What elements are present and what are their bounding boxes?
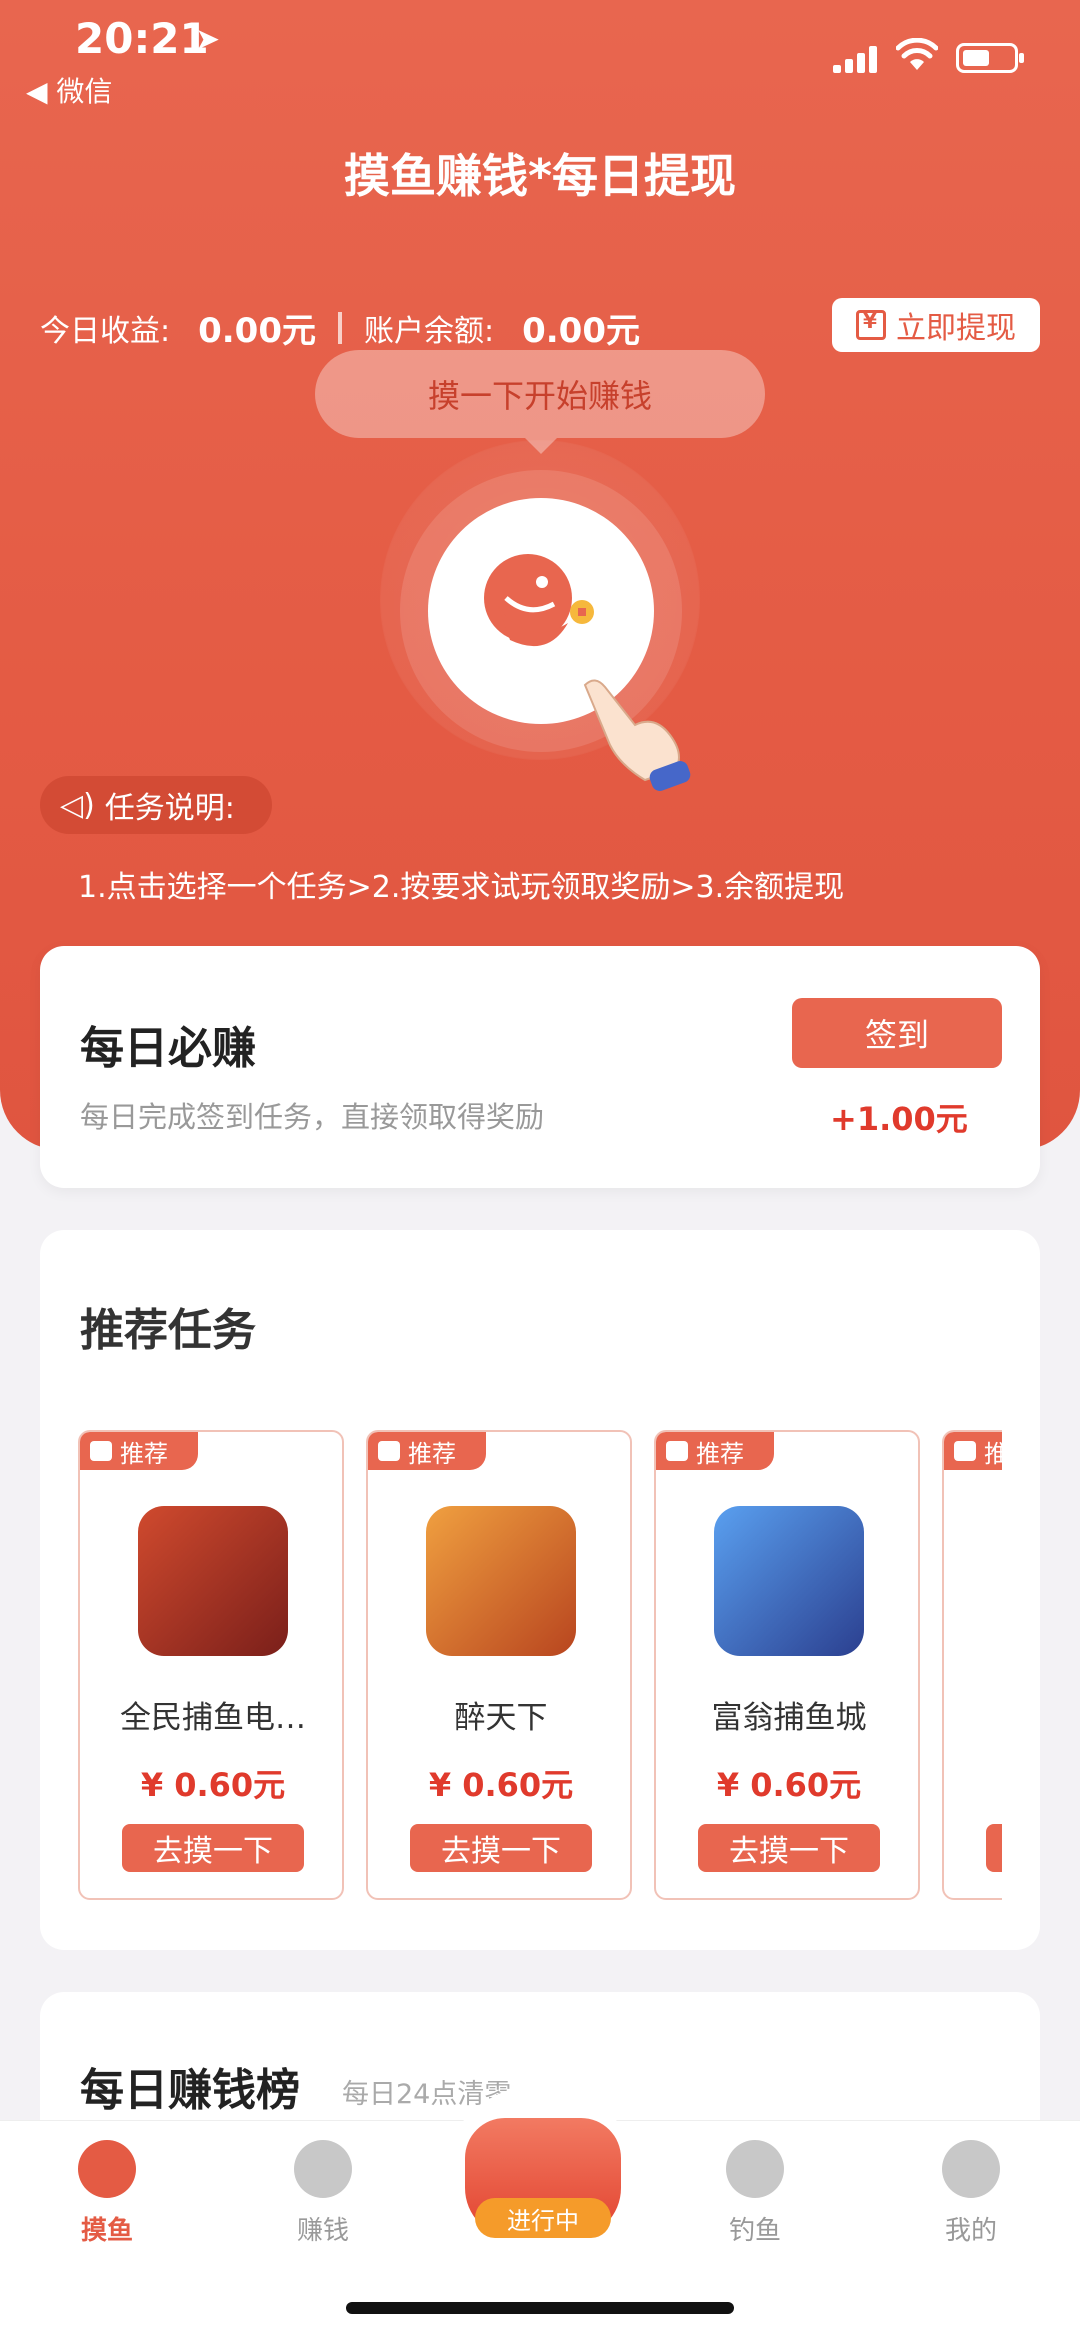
user-icon: [942, 2140, 1000, 2198]
home-indicator: [346, 2302, 734, 2314]
wifi-icon: [896, 38, 938, 70]
badge-label: 推荐: [696, 1439, 744, 1468]
task-carousel[interactable]: 推荐 全民捕鱼电… ¥ 0.60元 去摸一下 推荐 醉天下 ¥ 0.60元 去摸…: [78, 1430, 1002, 1910]
task-price: ¥ 0.60元: [140, 1766, 286, 1804]
badge-label: 推荐: [408, 1439, 456, 1468]
task-item[interactable]: 推荐 全民捕鱼电… ¥ 0.60元 去摸一下: [78, 1430, 344, 1900]
withdraw-icon: [856, 309, 886, 340]
start-hint-bubble: 摸一下开始赚钱: [315, 350, 765, 454]
go-touch-button[interactable]: 去摸一下: [698, 1824, 880, 1872]
go-touch-button[interactable]: 去摸一下: [410, 1824, 592, 1872]
thumbs-up-icon: [378, 1441, 400, 1461]
recommend-badge: 推荐: [80, 1432, 198, 1470]
tab-label: 进行中: [475, 2198, 611, 2238]
go-touch-button[interactable]: 去摸一下: [122, 1824, 304, 1872]
thumbs-up-icon: [954, 1441, 976, 1461]
status-bar: 20:21 ➤ ◀ 微信: [0, 0, 1080, 110]
today-earnings-label: 今日收益:: [40, 313, 171, 349]
task-price: ¥ 0.60元: [428, 1766, 574, 1804]
tab-earn[interactable]: 赚钱: [258, 2140, 388, 2247]
speaker-icon: ◁): [60, 787, 95, 823]
task-name: 全民捕鱼电…: [120, 1700, 306, 1736]
recommend-badge: 推荐: [656, 1432, 774, 1470]
tab-label: 摸鱼: [80, 2216, 133, 2246]
fishing-icon: [726, 2140, 784, 2198]
task-name: 富翁捕鱼城: [711, 1700, 867, 1736]
withdraw-label: 立即提现: [896, 311, 1016, 346]
task-name: 醉天下: [454, 1700, 548, 1736]
page-title: 摸鱼赚钱*每日提现: [343, 149, 737, 203]
hand-pointer-icon: [583, 679, 691, 791]
tab-touch-fish[interactable]: 摸鱼: [42, 2140, 172, 2247]
today-earnings-value: 0.00元: [198, 311, 316, 351]
thumbs-up-icon: [90, 1441, 112, 1461]
balance-label: 账户余额:: [364, 313, 495, 349]
earnings-summary: 今日收益: 0.00元 账户余额: 0.00元: [40, 303, 640, 352]
task-item[interactable]: 推荐 醉天下 ¥ 0.60元 去摸一下: [366, 1430, 632, 1900]
recommended-tasks-card: 推荐任务 推荐 全民捕鱼电… ¥ 0.60元 去摸一下 推荐 醉天下 ¥ 0.6…: [40, 1230, 1040, 1950]
task-instructions-steps: 1.点击选择一个任务>2.按要求试玩领取奖励>3.余额提现: [78, 870, 845, 905]
ranking-title: 每日赚钱榜: [80, 2065, 300, 2116]
recommend-badge: 推: [944, 1432, 1002, 1470]
withdraw-button[interactable]: 立即提现: [832, 298, 1040, 352]
fish-icon: [78, 2140, 136, 2198]
divider: [338, 311, 342, 344]
tab-label: 赚钱: [296, 2216, 349, 2246]
tab-mine[interactable]: 我的: [906, 2140, 1036, 2247]
tab-label: 我的: [944, 2216, 997, 2246]
task-item[interactable]: 推: [942, 1430, 1002, 1900]
recommend-badge: 推荐: [368, 1432, 486, 1470]
daily-earn-subtitle: 每日完成签到任务，直接领取得奖励: [80, 1100, 545, 1134]
app-icon: [714, 1506, 864, 1656]
back-to-app-link[interactable]: ◀ 微信: [26, 70, 112, 110]
badge-label: 推荐: [120, 1439, 168, 1468]
sign-in-reward: +1.00元: [830, 1100, 968, 1138]
money-bag-icon: [294, 2140, 352, 2198]
daily-earn-title: 每日必赚: [80, 1023, 256, 1074]
status-time: 20:21: [75, 14, 209, 63]
task-item[interactable]: 推荐 富翁捕鱼城 ¥ 0.60元 去摸一下: [654, 1430, 920, 1900]
location-arrow-icon: ➤: [195, 22, 221, 57]
tab-in-progress[interactable]: 进行中: [465, 2118, 621, 2248]
sign-in-button[interactable]: 签到: [792, 998, 1002, 1068]
tab-label: 钓鱼: [728, 2216, 781, 2246]
tab-fishing[interactable]: 钓鱼: [690, 2140, 820, 2247]
app-icon: [138, 1506, 288, 1656]
task-instructions-tag: ◁) 任务说明:: [40, 776, 272, 834]
task-instructions-label: 任务说明:: [104, 791, 235, 826]
balance-value: 0.00元: [522, 311, 640, 351]
task-price: ¥ 0.60元: [716, 1766, 862, 1804]
thumbs-up-icon: [666, 1441, 688, 1461]
daily-earn-card: 每日必赚 每日完成签到任务，直接领取得奖励 签到 +1.00元: [40, 946, 1040, 1188]
recommended-title: 推荐任务: [80, 1305, 256, 1356]
cellular-signal-icon: [833, 45, 879, 73]
go-touch-button[interactable]: [986, 1824, 1002, 1872]
app-icon: [426, 1506, 576, 1656]
badge-label: 推: [984, 1439, 1002, 1468]
battery-icon: [956, 43, 1024, 73]
